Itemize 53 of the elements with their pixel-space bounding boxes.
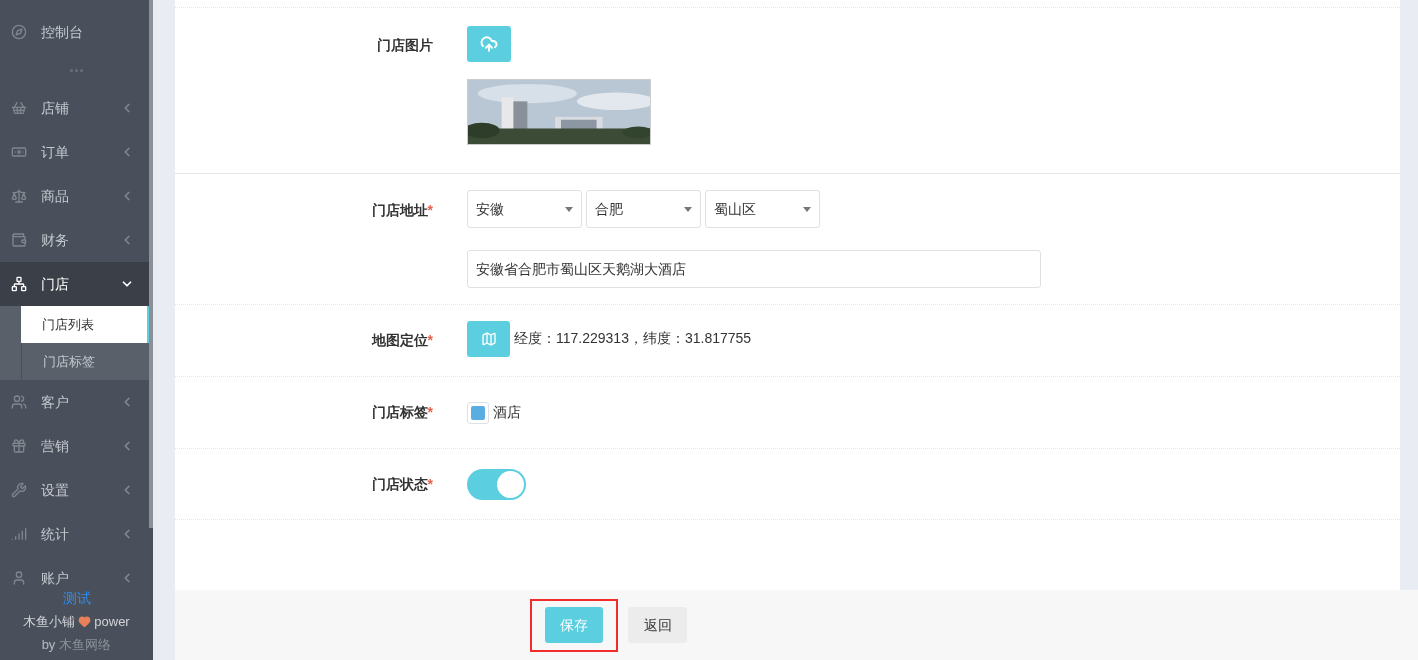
sidebar-item[interactable]: 统计 [0, 512, 150, 556]
sidebar-item[interactable]: 账户 [0, 556, 150, 585]
signal-icon [11, 526, 27, 542]
gift-icon [11, 438, 27, 454]
sidebar-item[interactable]: 订单 [0, 130, 150, 174]
sidebar-item[interactable]: 店铺 [0, 86, 150, 130]
sidebar-item[interactable]: 客户 [0, 380, 150, 424]
sidebar-item[interactable]: 设置 [0, 468, 150, 512]
wrench-icon [11, 482, 27, 498]
required-mark: * [427, 331, 433, 350]
sidebar-item[interactable]: 门店 [0, 262, 150, 306]
required-mark: * [427, 403, 433, 422]
caret-icon [565, 206, 573, 212]
required-mark: * [427, 474, 433, 494]
field-label: 地图定位 [371, 331, 428, 350]
map-button[interactable] [467, 320, 510, 357]
toggle-switch[interactable] [467, 468, 526, 500]
caret-icon [684, 206, 692, 212]
select-field[interactable]: 合肥 [586, 190, 701, 228]
sidebar-item[interactable]: 财务 [0, 218, 150, 262]
basket-icon [11, 100, 27, 116]
user-icon [11, 570, 27, 585]
sidebar-item[interactable]: 商品 [0, 174, 150, 218]
upload-icon [480, 35, 498, 53]
field-label: 门店标签 [371, 403, 428, 422]
company-name: 木鱼网络 [59, 635, 112, 654]
select-field[interactable]: 安徽 [467, 190, 582, 228]
compass-icon [11, 24, 27, 40]
field-label: 门店地址 [371, 201, 428, 220]
submenu-item[interactable]: 门店列表 [21, 306, 150, 343]
scale-icon [11, 188, 27, 204]
brand-name: 木鱼小铺 [23, 613, 76, 631]
heart-icon [78, 615, 92, 629]
wallet-icon [11, 232, 27, 248]
checkbox[interactable] [467, 401, 489, 424]
required-mark: * [427, 201, 433, 220]
address-input[interactable]: 安徽省合肥市蜀山区天鹅湖大酒店 [467, 250, 1041, 288]
upload-button[interactable] [467, 26, 511, 62]
back-button[interactable]: 返回 [628, 607, 687, 643]
tag-label: 酒店 [493, 403, 521, 422]
select-field[interactable]: 蜀山区 [705, 190, 820, 228]
power-text: power [94, 613, 130, 631]
sidebar-item[interactable]: 控制台 [0, 10, 150, 54]
map-icon [480, 330, 497, 347]
caret-icon [803, 206, 811, 212]
field-label: 门店图片 [377, 36, 433, 55]
banknote-icon [11, 144, 27, 160]
sidebar-item[interactable]: 营销 [0, 424, 150, 468]
coordinates-text: 经度：117.229313，纬度：31.817755 [514, 329, 752, 348]
by-text: by [41, 635, 56, 654]
users-icon [11, 394, 27, 410]
field-label: 门店状态 [371, 474, 428, 494]
sitemap-icon [11, 276, 27, 292]
